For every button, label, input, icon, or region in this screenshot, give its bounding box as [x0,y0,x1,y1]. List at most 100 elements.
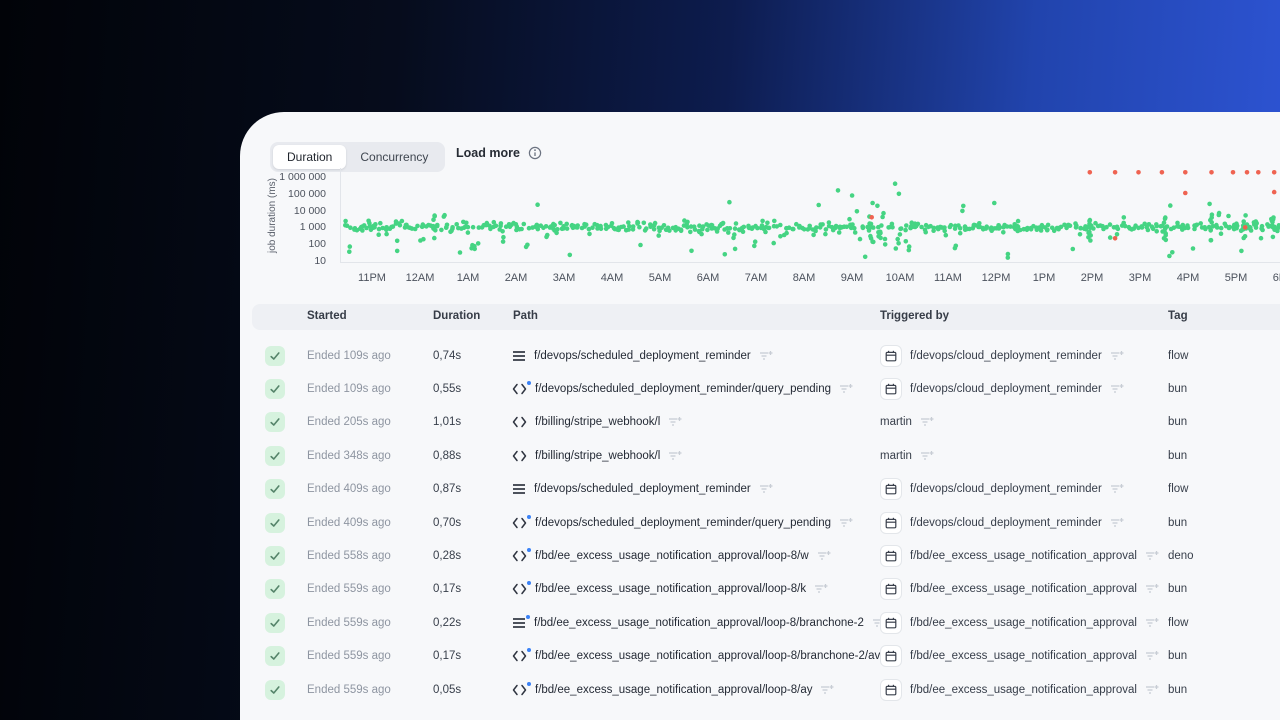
filter-by-path-icon[interactable] [820,684,834,696]
trigger-text[interactable]: f/devops/cloud_deployment_reminder [910,383,1102,395]
col-duration[interactable]: Duration [433,310,480,322]
schedule-calendar-icon [880,545,902,568]
path-text[interactable]: f/bd/ee_excess_usage_notification_approv… [535,550,809,562]
trigger-text[interactable]: f/bd/ee_excess_usage_notification_approv… [910,583,1137,595]
tab-concurrency[interactable]: Concurrency [346,145,442,169]
table-row[interactable]: Ended 409s ago 0,87s f/devops/scheduled_… [240,473,1280,506]
path-text[interactable]: f/billing/stripe_webhook/l [535,416,660,428]
trigger-text[interactable]: f/bd/ee_excess_usage_notification_approv… [910,650,1137,662]
trigger-cell[interactable]: f/devops/cloud_deployment_reminder [880,344,1124,367]
path-cell[interactable]: f/bd/ee_excess_usage_notification_approv… [512,581,828,595]
path-text[interactable]: f/devops/scheduled_deployment_reminder [534,483,751,495]
trigger-text[interactable]: f/devops/cloud_deployment_reminder [910,350,1102,362]
trigger-text[interactable]: f/bd/ee_excess_usage_notification_approv… [910,550,1137,562]
table-row[interactable]: Ended 109s ago 0,55s f/devops/scheduled_… [240,372,1280,405]
info-icon[interactable] [528,146,542,160]
filter-by-trigger-icon[interactable] [1145,650,1159,662]
status-success-badge [265,612,285,633]
table-row[interactable]: Ended 559s ago 0,17s f/bd/ee_excess_usag… [240,573,1280,606]
trigger-text[interactable]: f/bd/ee_excess_usage_notification_approv… [910,684,1137,696]
trigger-text[interactable]: f/devops/cloud_deployment_reminder [910,517,1102,529]
col-started[interactable]: Started [307,310,347,322]
filter-by-trigger-icon[interactable] [1145,583,1159,595]
trigger-cell[interactable]: f/bd/ee_excess_usage_notification_approv… [880,645,1159,668]
trigger-text[interactable]: martin [880,416,912,428]
trigger-cell[interactable]: martin [880,450,934,462]
trigger-cell[interactable]: f/bd/ee_excess_usage_notification_approv… [880,578,1159,601]
filter-by-trigger-icon[interactable] [1110,517,1124,529]
path-text[interactable]: f/bd/ee_excess_usage_notification_approv… [535,583,806,595]
duration-cell: 0,17s [433,650,462,663]
runs-table-body: Ended 109s ago 0,74s f/devops/scheduled_… [240,339,1280,706]
filter-by-path-icon[interactable] [668,450,682,462]
load-more-label[interactable]: Load more [456,146,520,160]
path-text[interactable]: f/bd/ee_excess_usage_notification_approv… [535,650,880,662]
tab-duration[interactable]: Duration [273,145,347,169]
trigger-cell[interactable]: f/bd/ee_excess_usage_notification_approv… [880,611,1159,634]
filter-by-trigger-icon[interactable] [920,416,934,428]
trigger-cell[interactable]: f/bd/ee_excess_usage_notification_approv… [880,545,1159,568]
table-row[interactable]: Ended 409s ago 0,70s f/devops/scheduled_… [240,506,1280,539]
filter-by-path-icon[interactable] [817,550,831,562]
status-success-badge [265,479,285,500]
started-cell: Ended 205s ago [307,416,391,429]
path-cell[interactable]: f/bd/ee_excess_usage_notification_approv… [512,614,886,629]
path-cell[interactable]: f/devops/scheduled_deployment_reminder [512,483,773,495]
col-tag[interactable]: Tag [1168,310,1188,322]
path-cell[interactable]: f/devops/scheduled_deployment_reminder/q… [512,514,853,529]
col-triggered[interactable]: Triggered by [880,310,949,322]
path-text[interactable]: f/devops/scheduled_deployment_reminder [534,350,751,362]
path-cell[interactable]: f/billing/stripe_webhook/l [512,450,682,462]
filter-by-path-icon[interactable] [839,517,853,529]
filter-by-trigger-icon[interactable] [920,450,934,462]
path-text[interactable]: f/bd/ee_excess_usage_notification_approv… [535,684,812,696]
path-text[interactable]: f/bd/ee_excess_usage_notification_approv… [534,617,864,629]
status-success-badge [265,412,285,433]
filter-by-path-icon[interactable] [759,483,773,495]
table-row[interactable]: Ended 559s ago 0,17s f/bd/ee_excess_usag… [240,640,1280,673]
filter-by-trigger-icon[interactable] [1110,350,1124,362]
table-row[interactable]: Ended 559s ago 0,05s f/bd/ee_excess_usag… [240,673,1280,706]
trigger-cell[interactable]: f/devops/cloud_deployment_reminder [880,478,1124,501]
started-cell: Ended 559s ago [307,650,391,663]
duration-cell: 0,05s [433,683,462,696]
path-cell[interactable]: f/bd/ee_excess_usage_notification_approv… [512,681,834,696]
path-dot [527,681,531,686]
filter-by-trigger-icon[interactable] [1145,550,1159,562]
path-cell[interactable]: f/billing/stripe_webhook/l [512,416,682,428]
trigger-cell[interactable]: martin [880,416,934,428]
table-row[interactable]: Ended 109s ago 0,74s f/devops/scheduled_… [240,339,1280,372]
path-dot [526,614,530,619]
path-text[interactable]: f/devops/scheduled_deployment_reminder/q… [535,383,831,395]
scatter-plot [343,170,1280,260]
filter-by-path-icon[interactable] [668,416,682,428]
filter-by-path-icon[interactable] [814,583,828,595]
filter-by-path-icon[interactable] [839,383,853,395]
filter-by-trigger-icon[interactable] [1145,684,1159,696]
table-row[interactable]: Ended 348s ago 0,88s f/billing/stripe_we… [240,439,1280,472]
tag-cell: flow [1168,616,1189,629]
trigger-text[interactable]: f/devops/cloud_deployment_reminder [910,483,1102,495]
trigger-cell[interactable]: f/devops/cloud_deployment_reminder [880,511,1124,534]
code-icon [512,416,527,428]
table-row[interactable]: Ended 558s ago 0,28s f/bd/ee_excess_usag… [240,539,1280,572]
path-cell[interactable]: f/bd/ee_excess_usage_notification_approv… [512,648,902,662]
table-row[interactable]: Ended 205s ago 1,01s f/billing/stripe_we… [240,406,1280,439]
filter-by-path-icon[interactable] [759,350,773,362]
trigger-cell[interactable]: f/devops/cloud_deployment_reminder [880,378,1124,401]
path-cell[interactable]: f/devops/scheduled_deployment_reminder/q… [512,381,853,395]
filter-by-trigger-icon[interactable] [1110,483,1124,495]
path-text[interactable]: f/billing/stripe_webhook/l [535,450,660,462]
trigger-cell[interactable]: f/bd/ee_excess_usage_notification_approv… [880,678,1159,701]
trigger-text[interactable]: f/bd/ee_excess_usage_notification_approv… [910,617,1137,629]
load-more-control[interactable]: Load more [456,146,542,160]
filter-by-trigger-icon[interactable] [1110,383,1124,395]
table-row[interactable]: Ended 559s ago 0,22s f/bd/ee_excess_usag… [240,606,1280,639]
path-cell[interactable]: f/bd/ee_excess_usage_notification_approv… [512,548,831,562]
tag-cell: flow [1168,483,1189,496]
path-cell[interactable]: f/devops/scheduled_deployment_reminder [512,350,773,362]
path-text[interactable]: f/devops/scheduled_deployment_reminder/q… [535,517,831,529]
col-path[interactable]: Path [513,310,538,322]
filter-by-trigger-icon[interactable] [1145,617,1159,629]
trigger-text[interactable]: martin [880,450,912,462]
